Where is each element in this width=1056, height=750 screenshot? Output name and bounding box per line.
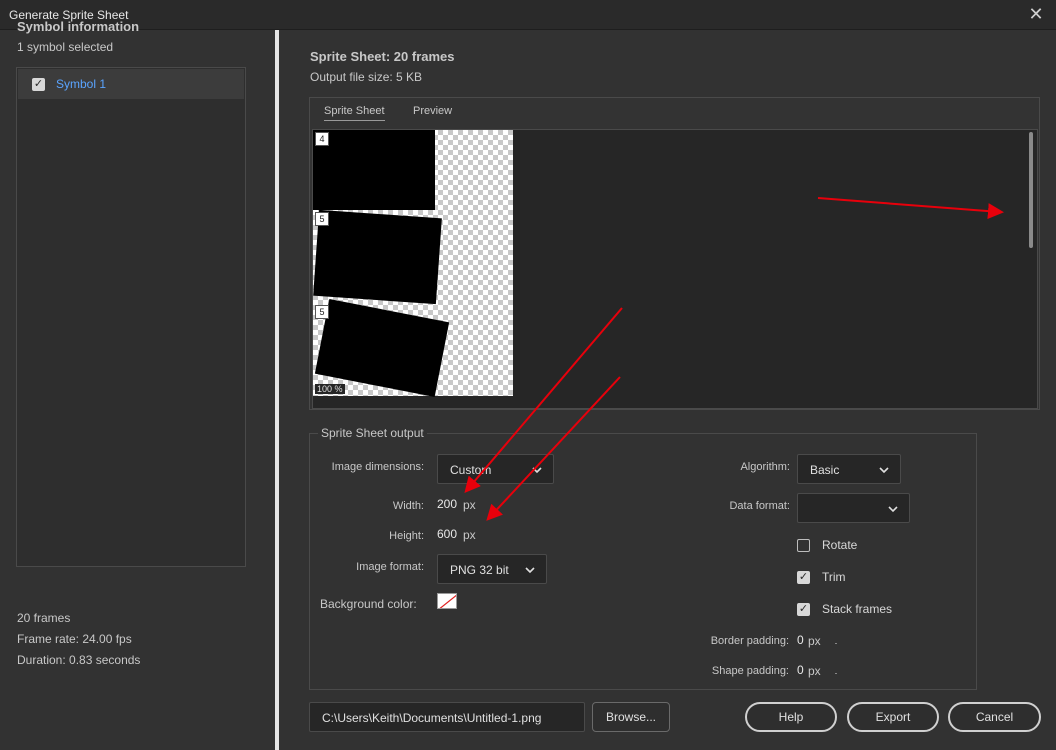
export-button[interactable]: Export bbox=[847, 702, 939, 732]
zoom-level: 100 % bbox=[315, 384, 345, 394]
sprite-sheet-image: 4 5 5 100 % bbox=[313, 130, 513, 397]
title-bar: Generate Sprite Sheet ✕ bbox=[0, 0, 1056, 30]
image-format-label: Image format: bbox=[356, 561, 424, 573]
sprite-sheet-summary: Sprite Sheet: 20 frames bbox=[310, 49, 455, 64]
no-color-icon bbox=[439, 594, 456, 608]
sprite-canvas[interactable]: 4 5 5 100 % bbox=[312, 129, 1038, 409]
tab-sprite-sheet[interactable]: Sprite Sheet bbox=[324, 105, 385, 121]
shape-padding-label: Shape padding: bbox=[711, 665, 789, 677]
sprite-frame bbox=[313, 130, 435, 210]
trim-label: Trim bbox=[822, 570, 846, 584]
stack-frames-label: Stack frames bbox=[822, 602, 893, 616]
background-color-label: Background color: bbox=[320, 597, 417, 611]
symbol-info-heading: Symbol information bbox=[17, 19, 140, 34]
vertical-scrollbar[interactable] bbox=[1029, 132, 1033, 248]
height-unit: px bbox=[463, 528, 476, 542]
close-icon[interactable]: ✕ bbox=[1026, 4, 1046, 24]
trim-checkbox[interactable]: ✓ bbox=[797, 571, 810, 584]
background-color-swatch[interactable] bbox=[437, 593, 457, 609]
image-dimensions-label: Image dimensions: bbox=[331, 461, 424, 473]
frame-number-badge: 4 bbox=[315, 132, 329, 146]
data-format-dropdown[interactable] bbox=[797, 493, 910, 523]
stack-frames-checkbox[interactable]: ✓ bbox=[797, 603, 810, 616]
chevron-down-icon bbox=[888, 506, 898, 513]
output-file-size: Output file size: 5 KB bbox=[310, 70, 423, 84]
shape-padding-unit: px bbox=[808, 664, 821, 678]
duration: Duration: 0.83 seconds bbox=[17, 653, 141, 667]
frame-number-badge: 5 bbox=[315, 212, 329, 226]
cancel-button[interactable]: Cancel bbox=[948, 702, 1041, 732]
border-padding-value[interactable]: 0 bbox=[797, 633, 804, 647]
image-dimensions-dropdown[interactable]: Custom bbox=[437, 454, 554, 484]
data-format-label: Data format: bbox=[729, 500, 790, 512]
frame-rate: Frame rate: 24.00 fps bbox=[17, 632, 132, 646]
stepper-dot bbox=[835, 673, 837, 674]
symbol-list: ✓ Symbol 1 bbox=[16, 67, 246, 567]
symbol-checkbox[interactable]: ✓ bbox=[32, 78, 45, 91]
border-padding-label: Border padding: bbox=[710, 635, 789, 647]
rotate-label: Rotate bbox=[822, 538, 858, 552]
frame-number-badge: 5 bbox=[315, 305, 329, 319]
border-padding-unit: px bbox=[808, 634, 821, 648]
width-label: Width: bbox=[392, 500, 424, 512]
image-format-dropdown[interactable]: PNG 32 bit bbox=[437, 554, 547, 584]
shape-padding-value[interactable]: 0 bbox=[797, 663, 804, 677]
chevron-down-icon bbox=[525, 567, 535, 574]
sprite-frame bbox=[314, 299, 450, 397]
symbol-list-item[interactable]: ✓ Symbol 1 bbox=[18, 69, 244, 99]
preview-panel: Sprite Sheet Preview 4 5 5 100 % bbox=[309, 97, 1040, 410]
sprite-frame bbox=[313, 209, 442, 305]
frame-count: 20 frames bbox=[17, 611, 71, 625]
rotate-checkbox[interactable] bbox=[797, 539, 810, 552]
symbol-selected-count: 1 symbol selected bbox=[17, 40, 114, 54]
browse-button[interactable]: Browse... bbox=[592, 702, 670, 732]
panel-splitter[interactable] bbox=[275, 30, 279, 750]
output-group-legend: Sprite Sheet output bbox=[318, 426, 427, 440]
help-button[interactable]: Help bbox=[745, 702, 837, 732]
chevron-down-icon bbox=[879, 467, 889, 474]
chevron-down-icon bbox=[532, 467, 542, 474]
height-value[interactable]: 600 bbox=[437, 527, 457, 541]
symbol-label: Symbol 1 bbox=[56, 77, 107, 91]
height-label: Height: bbox=[389, 530, 424, 542]
width-unit: px bbox=[463, 498, 476, 512]
stepper-dot bbox=[835, 643, 837, 644]
tab-preview[interactable]: Preview bbox=[413, 105, 452, 117]
algorithm-label: Algorithm: bbox=[740, 461, 790, 473]
output-path-field[interactable]: C:\Users\Keith\Documents\Untitled-1.png bbox=[309, 702, 585, 732]
algorithm-dropdown[interactable]: Basic bbox=[797, 454, 901, 484]
width-value[interactable]: 200 bbox=[437, 497, 457, 511]
